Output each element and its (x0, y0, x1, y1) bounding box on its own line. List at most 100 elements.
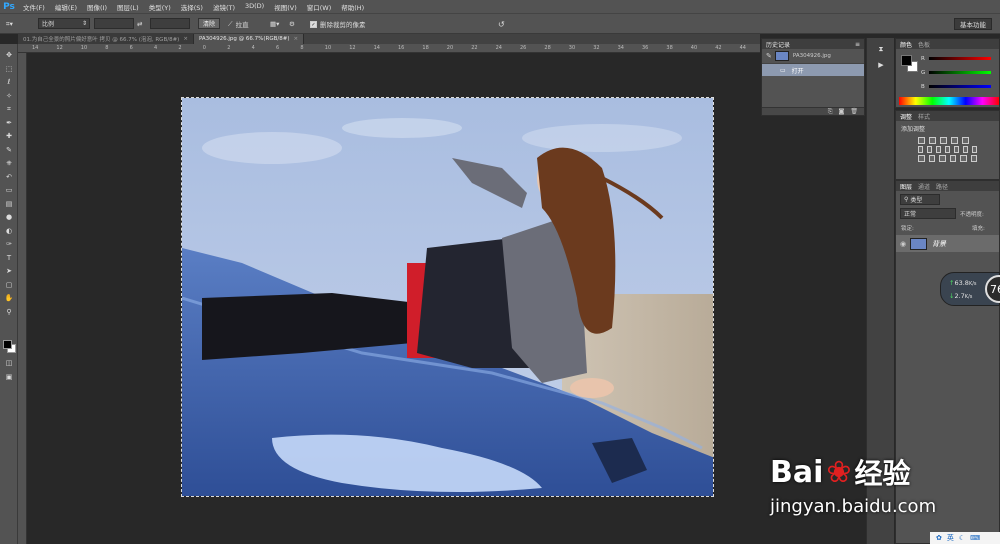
workspace-button[interactable]: 基本功能 (954, 18, 992, 30)
new-document-icon[interactable]: ⎘ (828, 108, 833, 115)
menu-item[interactable]: 滤镜(T) (208, 2, 240, 12)
gear-icon[interactable]: ⚙ (289, 18, 295, 30)
tab-swatches[interactable]: 色板 (918, 40, 930, 49)
adjustment-icon[interactable] (936, 146, 941, 153)
tab-paths[interactable]: 路径 (936, 182, 948, 191)
ratio-select[interactable]: 比例 ⇕ (38, 18, 90, 29)
paw-icon[interactable]: ✿ (936, 534, 942, 542)
menu-item[interactable]: 帮助(H) (336, 2, 369, 12)
adjustment-icon[interactable] (963, 146, 968, 153)
history-icon[interactable]: ⧗ (875, 44, 887, 54)
dodge-tool-icon[interactable]: ◐ (3, 226, 15, 236)
lasso-tool-icon[interactable]: ℓ (3, 77, 15, 87)
menu-item[interactable]: 选择(S) (176, 2, 208, 12)
adjustment-icon[interactable] (918, 155, 925, 162)
grid-overlay-icon[interactable]: ▦▾ (270, 18, 279, 30)
history-brush-icon[interactable]: ↶ (3, 172, 15, 182)
layer-row[interactable]: ◉ 背景 (896, 235, 999, 252)
menu-item[interactable]: 图像(I) (82, 2, 112, 12)
menu-bar: Ps 文件(F) 编辑(E) 图像(I) 图层(L) 类型(Y) 选择(S) 滤镜(T) 3D… (0, 0, 1000, 13)
move-tool-icon[interactable]: ✥ (3, 50, 15, 60)
adjustment-icon[interactable] (918, 146, 923, 153)
hand-tool-icon[interactable]: ✋ (3, 293, 15, 303)
menu-item[interactable]: 类型(Y) (144, 2, 176, 12)
camera-icon[interactable]: ◙ (839, 108, 845, 115)
screen-mode-icon[interactable]: ▣ (3, 372, 15, 382)
menu-item[interactable]: 编辑(E) (50, 2, 82, 12)
moon-icon[interactable]: ☾ (959, 534, 965, 542)
menu-item[interactable]: 3D(D) (240, 2, 269, 12)
crop-tool-icon[interactable]: ⌗ (3, 104, 15, 114)
adjustment-icon[interactable] (939, 155, 946, 162)
layer-kind-filter[interactable]: ⚲ 类型 (900, 194, 940, 205)
path-select-icon[interactable]: ➤ (3, 266, 15, 276)
eye-icon[interactable]: ◉ (896, 240, 910, 248)
adjustment-icon[interactable] (960, 155, 967, 162)
adjustment-icon[interactable] (918, 137, 925, 144)
document-tab[interactable]: 01.为自己全景的照片偏好意叶 拷贝 @ 66.7% (泡泡, RGB/8#) × (18, 34, 194, 44)
close-icon[interactable]: × (183, 36, 188, 42)
history-title[interactable]: 历史记录 (766, 40, 790, 49)
marquee-tool-icon[interactable]: ⬚ (3, 64, 15, 74)
history-state[interactable]: ▭ 打开 (762, 64, 864, 76)
adjustment-icon[interactable] (951, 137, 958, 144)
zoom-tool-icon[interactable]: ⚲ (3, 307, 15, 317)
blur-tool-icon[interactable]: ● (3, 212, 15, 222)
adjustment-icon[interactable] (949, 155, 956, 162)
document-image[interactable] (181, 97, 714, 497)
adjustment-icon[interactable] (945, 146, 950, 153)
swap-icon[interactable]: ⇄ (137, 18, 142, 30)
paw-icon: ❀ (826, 454, 852, 490)
pen-tool-icon[interactable]: ✑ (3, 239, 15, 249)
menu-item[interactable]: 视图(V) (269, 2, 302, 12)
adjustment-icon[interactable] (929, 137, 936, 144)
quick-mask-icon[interactable]: ◫ (3, 358, 15, 368)
trash-icon[interactable]: 🗑 (850, 108, 858, 115)
foreground-color-swatch[interactable] (3, 340, 12, 349)
tab-layers[interactable]: 图层 (900, 182, 912, 191)
adjustment-icon[interactable] (962, 137, 969, 144)
adjustment-icon[interactable] (954, 146, 959, 153)
gradient-icon[interactable]: ▤ (3, 199, 15, 209)
reset-icon[interactable]: ↺ (498, 18, 505, 30)
actions-icon[interactable]: ▶ (875, 60, 887, 70)
adjustment-icon[interactable] (972, 146, 977, 153)
keyboard-icon[interactable]: ⌨ (970, 534, 980, 542)
eyedropper-icon[interactable]: ✒ (3, 118, 15, 128)
adjustment-icon[interactable] (940, 137, 947, 144)
menu-item[interactable]: 文件(F) (18, 2, 50, 12)
document-tab[interactable]: PA304926.jpg @ 66.7%(RGB/8#) × (193, 34, 305, 44)
menu-item[interactable]: 窗口(W) (302, 2, 337, 12)
green-slider[interactable]: G (921, 69, 992, 76)
type-tool-icon[interactable]: T (3, 253, 15, 263)
foreground-swatch[interactable] (901, 55, 912, 66)
blend-mode-select[interactable]: 正常 (900, 208, 956, 219)
adjustment-icon[interactable] (927, 146, 932, 153)
width-input[interactable] (94, 18, 134, 29)
blue-slider[interactable]: B (921, 83, 991, 90)
height-input[interactable] (150, 18, 190, 29)
tab-channels[interactable]: 通道 (918, 182, 930, 191)
delete-cropped-checkbox[interactable]: ✓ 删除裁剪的像素 (310, 18, 366, 30)
ime-mode[interactable]: 英 (947, 533, 954, 543)
tab-adjustments[interactable]: 调整 (900, 112, 912, 121)
shape-tool-icon[interactable]: ▢ (3, 280, 15, 290)
red-slider[interactable]: R (921, 55, 991, 62)
color-spectrum[interactable] (899, 97, 999, 105)
quick-select-icon[interactable]: ✧ (3, 91, 15, 101)
tab-color[interactable]: 颜色 (900, 40, 912, 49)
menu-item[interactable]: 图层(L) (112, 2, 144, 12)
adjustment-icon[interactable] (970, 155, 977, 162)
close-icon[interactable]: × (294, 36, 299, 42)
clear-button[interactable]: 清除 (198, 18, 221, 29)
history-snapshot[interactable]: ✎ PA304926.jpg (762, 49, 864, 64)
clone-stamp-icon[interactable]: ⎈ (3, 158, 15, 168)
brush-tool-icon[interactable]: ✎ (3, 145, 15, 155)
layers-panel-header: 图层 通道 路径 (896, 181, 999, 191)
adjustment-icon[interactable] (928, 155, 935, 162)
crop-tool-icon[interactable]: ⌗▾ (6, 18, 13, 30)
healing-brush-icon[interactable]: ✚ (3, 131, 15, 141)
tab-styles[interactable]: 样式 (918, 112, 930, 121)
eraser-icon[interactable]: ▭ (3, 185, 15, 195)
straighten-button[interactable]: ⟋ 拉直 (228, 18, 249, 30)
